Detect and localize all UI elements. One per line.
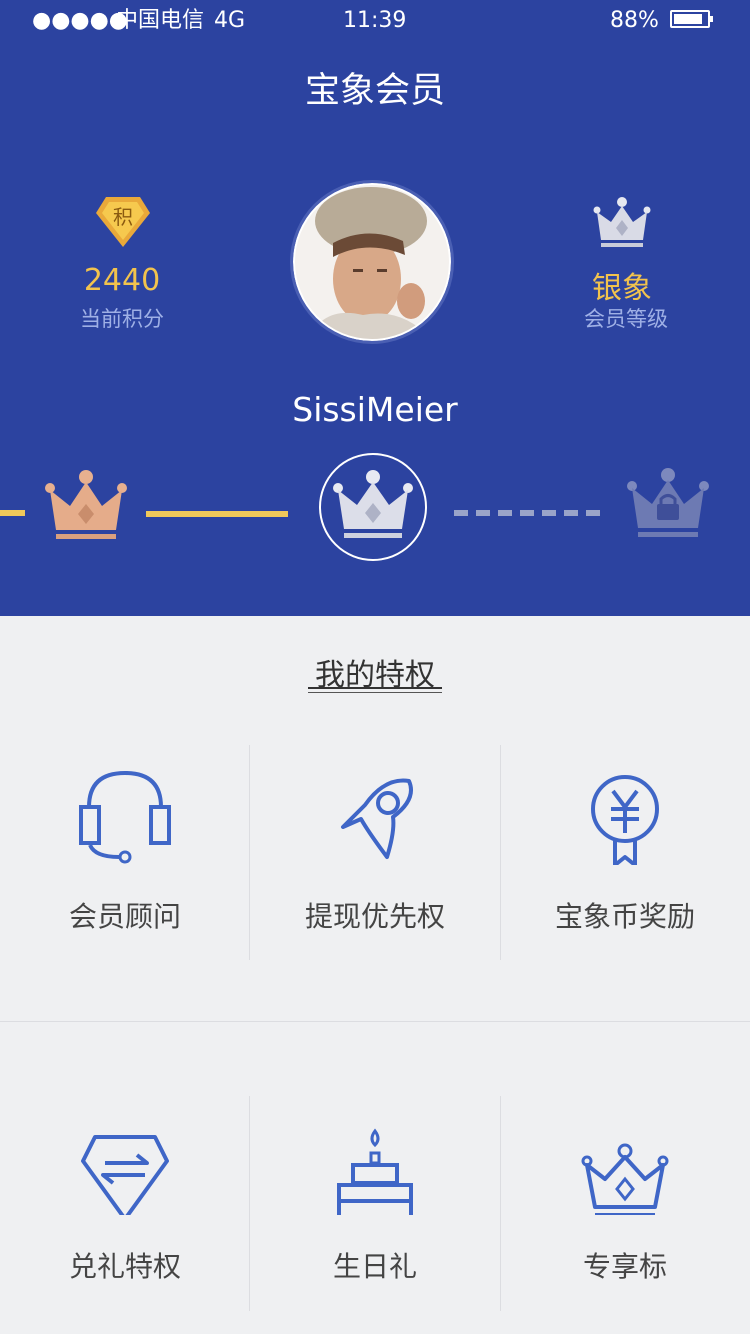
privilege-label: 会员顾问 (68, 900, 181, 933)
rocket-icon (341, 778, 413, 859)
privilege-exclusive-badge[interactable]: 专享标 (500, 1100, 750, 1315)
privilege-label: 生日礼 (332, 1250, 417, 1283)
privilege-coin-reward[interactable]: 宝象币奖励 (500, 750, 750, 965)
bronze-crown-icon[interactable] (45, 468, 127, 542)
privilege-withdraw-priority[interactable]: 提现优先权 (250, 750, 500, 965)
level-track-progress (146, 511, 288, 517)
carrier-name: 中国电信 (116, 8, 205, 33)
level-track-remaining (454, 510, 600, 516)
silver-crown-current-icon (333, 470, 413, 538)
birthday-cake-icon (337, 1128, 413, 1215)
grid-divider (0, 1021, 750, 1022)
privilege-label: 兑礼特权 (68, 1250, 181, 1283)
level-label: 会员等级 (584, 307, 668, 331)
current-level-ring[interactable] (319, 453, 427, 561)
points-label: 当前积分 (80, 307, 164, 331)
clock: 11:39 (343, 8, 407, 33)
locked-crown-icon[interactable] (627, 466, 709, 540)
points-badge-char: 积 (113, 205, 133, 229)
signal-strength-icon: ●●●●● (32, 8, 128, 33)
page-title: 宝象会员 (304, 71, 445, 111)
network-type: 4G (214, 8, 246, 33)
privileges-title-underline-thin (308, 692, 442, 693)
username: SissiMeier (292, 390, 458, 429)
level-track-completed (0, 510, 25, 516)
yuan-coin-ribbon-icon (591, 775, 659, 865)
privilege-label: 提现优先权 (304, 900, 445, 933)
headset-icon (79, 770, 171, 864)
privilege-label: 宝象币奖励 (554, 900, 695, 933)
points-value: 2440 (83, 263, 161, 298)
battery-icon (670, 10, 713, 28)
privilege-label: 专享标 (582, 1250, 667, 1283)
silver-crown-icon (593, 197, 651, 247)
privilege-member-advisor[interactable]: 会员顾问 (0, 750, 250, 965)
battery-percent: 88% (610, 8, 659, 33)
privileges-title-underline (308, 687, 442, 689)
exchange-gem-icon (81, 1135, 169, 1215)
avatar[interactable] (290, 180, 454, 344)
privilege-birthday-gift[interactable]: 生日礼 (250, 1100, 500, 1315)
privilege-gift-exchange[interactable]: 兑礼特权 (0, 1100, 250, 1315)
avatar-photo (293, 183, 451, 341)
level-value: 银象 (592, 271, 652, 306)
crown-icon (581, 1143, 669, 1215)
